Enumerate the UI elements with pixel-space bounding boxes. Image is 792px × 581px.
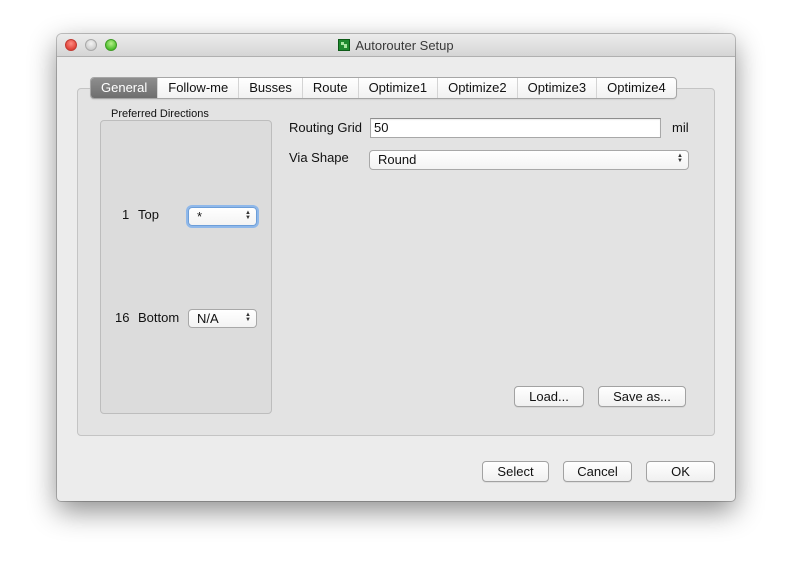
tab-optimize1[interactable]: Optimize1: [357, 78, 438, 98]
autorouter-setup-window: Autorouter Setup General Follow-me Busse…: [57, 34, 735, 501]
layer-top-number: 1: [122, 207, 130, 222]
up-down-arrows-icon: ▲ ▼: [245, 312, 251, 323]
ok-button[interactable]: OK: [646, 461, 715, 482]
layer-bottom-direction-select[interactable]: N/A ▲ ▼: [188, 309, 257, 328]
tab-bar: General Follow-me Busses Route Optimize1…: [90, 77, 677, 99]
cancel-button[interactable]: Cancel: [563, 461, 632, 482]
tab-optimize4[interactable]: Optimize4: [596, 78, 676, 98]
tab-follow-me[interactable]: Follow-me: [157, 78, 238, 98]
save-as-button[interactable]: Save as...: [598, 386, 686, 407]
via-shape-label: Via Shape: [289, 150, 349, 165]
title-bar[interactable]: Autorouter Setup: [57, 34, 735, 57]
routing-grid-input[interactable]: 50: [370, 118, 661, 138]
up-down-arrows-icon: ▲ ▼: [677, 153, 683, 164]
preferred-directions-title: Preferred Directions: [109, 108, 211, 120]
layer-bottom-direction-value: N/A: [197, 311, 219, 326]
tab-route[interactable]: Route: [301, 78, 358, 98]
via-shape-value: Round: [378, 152, 417, 167]
preferred-directions-group: [100, 120, 272, 414]
tab-general[interactable]: General: [91, 78, 158, 98]
up-down-arrows-icon: ▲ ▼: [245, 210, 251, 221]
routing-grid-unit: mil: [672, 120, 689, 135]
eagle-app-icon: [338, 39, 351, 51]
load-button[interactable]: Load...: [514, 386, 584, 407]
select-button[interactable]: Select: [482, 461, 549, 482]
layer-bottom-name: Bottom: [138, 310, 180, 325]
window-title-group: Autorouter Setup: [57, 38, 735, 53]
via-shape-select[interactable]: Round ▲ ▼: [369, 150, 689, 170]
layer-top-direction-value: *: [197, 209, 203, 224]
layer-top-name: Top: [138, 207, 159, 222]
tab-optimize3[interactable]: Optimize3: [516, 78, 597, 98]
layer-bottom-number: 16: [115, 310, 130, 325]
layer-top-direction-select[interactable]: * ▲ ▼: [188, 207, 257, 226]
window-title: Autorouter Setup: [355, 38, 454, 53]
tab-optimize2[interactable]: Optimize2: [437, 78, 517, 98]
tab-busses[interactable]: Busses: [238, 78, 302, 98]
routing-grid-label: Routing Grid: [289, 120, 362, 135]
